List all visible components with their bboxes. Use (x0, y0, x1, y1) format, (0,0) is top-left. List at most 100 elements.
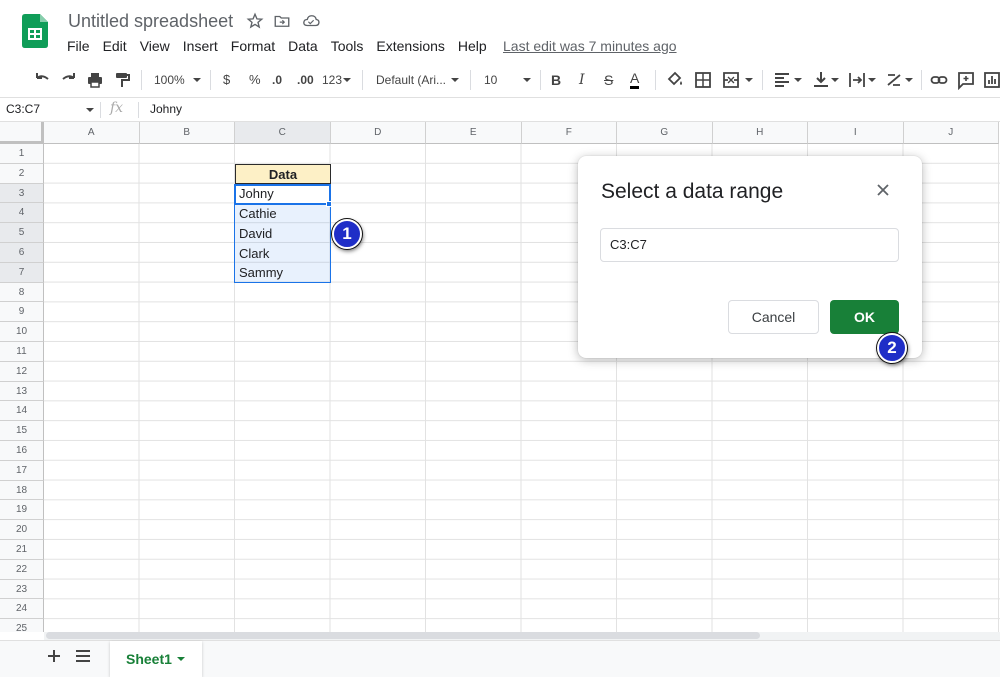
redo-icon[interactable] (60, 70, 78, 90)
column-header-d[interactable]: D (330, 122, 426, 144)
undo-icon[interactable] (33, 70, 51, 90)
column-header-b[interactable]: B (139, 122, 235, 144)
sheet-menu-dropdown-icon[interactable] (176, 655, 186, 663)
row-header[interactable]: 11 (0, 341, 44, 362)
last-edit-link[interactable]: Last edit was 7 minutes ago (503, 38, 677, 54)
sheets-logo-icon[interactable] (22, 14, 48, 48)
row-header[interactable]: 7 (0, 262, 44, 283)
row-header[interactable]: 23 (0, 579, 44, 600)
cell-c2-header[interactable]: Data (235, 164, 331, 184)
insert-comment-icon[interactable] (957, 70, 975, 90)
name-box[interactable]: C3:C7 (6, 102, 40, 116)
row-header[interactable]: 20 (0, 520, 44, 540)
increase-decimal-button[interactable]: .00 (297, 70, 314, 90)
italic-button[interactable]: I (579, 70, 585, 90)
text-wrapping-icon[interactable] (848, 70, 866, 90)
more-formats-button[interactable]: 123 (322, 70, 342, 90)
percent-format-button[interactable]: % (249, 70, 261, 90)
fill-handle[interactable] (326, 201, 332, 207)
formula-input[interactable]: Johny (150, 102, 182, 116)
row-header[interactable]: 25 (0, 619, 44, 632)
row-header[interactable]: 15 (0, 421, 44, 441)
font-family-select[interactable]: Default (Ari... (376, 70, 446, 90)
merge-dropdown-icon[interactable] (744, 70, 754, 90)
row-header[interactable]: 21 (0, 539, 44, 560)
insert-link-icon[interactable] (930, 70, 948, 90)
font-size-select[interactable]: 10 (484, 70, 497, 90)
menu-view[interactable]: View (140, 38, 170, 56)
move-folder-icon[interactable] (273, 12, 291, 30)
select-all-corner[interactable] (0, 122, 44, 144)
row-header[interactable]: 12 (0, 361, 44, 382)
bold-button[interactable]: B (551, 70, 561, 90)
column-header-h[interactable]: H (712, 122, 808, 144)
merge-cells-icon[interactable] (722, 70, 740, 90)
cell-c6[interactable]: Clark (235, 244, 331, 264)
column-header-i[interactable]: I (808, 122, 904, 144)
row-header[interactable]: 10 (0, 322, 44, 342)
row-header[interactable]: 8 (0, 282, 44, 303)
data-range-input[interactable]: C3:C7 (600, 228, 899, 262)
cell-c7[interactable]: Sammy (235, 263, 331, 283)
paint-format-icon[interactable] (113, 70, 131, 90)
row-header[interactable]: 18 (0, 480, 44, 501)
row-header[interactable]: 13 (0, 381, 44, 402)
row-header[interactable]: 5 (0, 223, 44, 243)
column-header-g[interactable]: G (617, 122, 713, 144)
row-header[interactable]: 3 (0, 183, 44, 204)
menu-file[interactable]: File (67, 38, 90, 56)
font-dropdown-icon[interactable] (450, 70, 460, 90)
zoom-dropdown-icon[interactable] (192, 70, 202, 90)
cloud-saved-icon[interactable] (302, 12, 320, 30)
halign-dropdown-icon[interactable] (793, 70, 803, 90)
menu-edit[interactable]: Edit (103, 38, 127, 56)
menu-format[interactable]: Format (231, 38, 275, 56)
close-icon[interactable] (874, 181, 892, 199)
row-header[interactable]: 19 (0, 500, 44, 521)
borders-icon[interactable] (694, 70, 712, 90)
row-header[interactable]: 2 (0, 163, 44, 184)
insert-chart-icon[interactable] (984, 70, 1000, 90)
column-header-a[interactable]: A (44, 122, 140, 144)
name-box-dropdown-icon[interactable] (85, 104, 95, 116)
menu-data[interactable]: Data (288, 38, 318, 56)
menu-tools[interactable]: Tools (331, 38, 364, 56)
row-header[interactable]: 22 (0, 559, 44, 580)
font-size-dropdown-icon[interactable] (522, 70, 532, 90)
strikethrough-button[interactable]: S (604, 70, 613, 90)
print-icon[interactable] (86, 70, 104, 90)
column-header-j[interactable]: J (903, 122, 999, 144)
horizontal-align-icon[interactable] (773, 70, 791, 90)
cell-c3[interactable]: Johny (235, 184, 331, 204)
menu-help[interactable]: Help (458, 38, 487, 56)
row-header[interactable]: 16 (0, 440, 44, 461)
cell-c4[interactable]: Cathie (235, 204, 331, 224)
wrap-dropdown-icon[interactable] (867, 70, 877, 90)
valign-dropdown-icon[interactable] (830, 70, 840, 90)
rotation-dropdown-icon[interactable] (904, 70, 914, 90)
vertical-align-icon[interactable] (812, 70, 830, 90)
cell-c5[interactable]: David (235, 224, 331, 244)
menu-extensions[interactable]: Extensions (376, 38, 444, 56)
all-sheets-menu-icon[interactable] (75, 649, 91, 663)
ok-button[interactable]: OK (830, 300, 899, 334)
row-header[interactable]: 24 (0, 599, 44, 620)
cancel-button[interactable]: Cancel (728, 300, 819, 334)
row-header[interactable]: 14 (0, 401, 44, 422)
text-rotation-icon[interactable] (885, 70, 903, 90)
decrease-decimal-button[interactable]: .0 (272, 70, 282, 90)
fill-color-icon[interactable] (666, 70, 684, 90)
zoom-select[interactable]: 100% (154, 70, 185, 90)
star-icon[interactable] (246, 12, 264, 30)
row-header[interactable]: 6 (0, 242, 44, 263)
row-header[interactable]: 1 (0, 144, 44, 164)
column-header-f[interactable]: F (521, 122, 617, 144)
row-header[interactable]: 9 (0, 302, 44, 323)
row-header[interactable]: 17 (0, 460, 44, 481)
scrollbar-thumb[interactable] (46, 632, 760, 639)
currency-format-button[interactable]: $ (223, 70, 230, 90)
more-formats-dropdown-icon[interactable] (342, 70, 352, 90)
column-header-e[interactable]: E (426, 122, 522, 144)
text-color-button[interactable]: A (630, 70, 640, 89)
row-header[interactable]: 4 (0, 203, 44, 224)
